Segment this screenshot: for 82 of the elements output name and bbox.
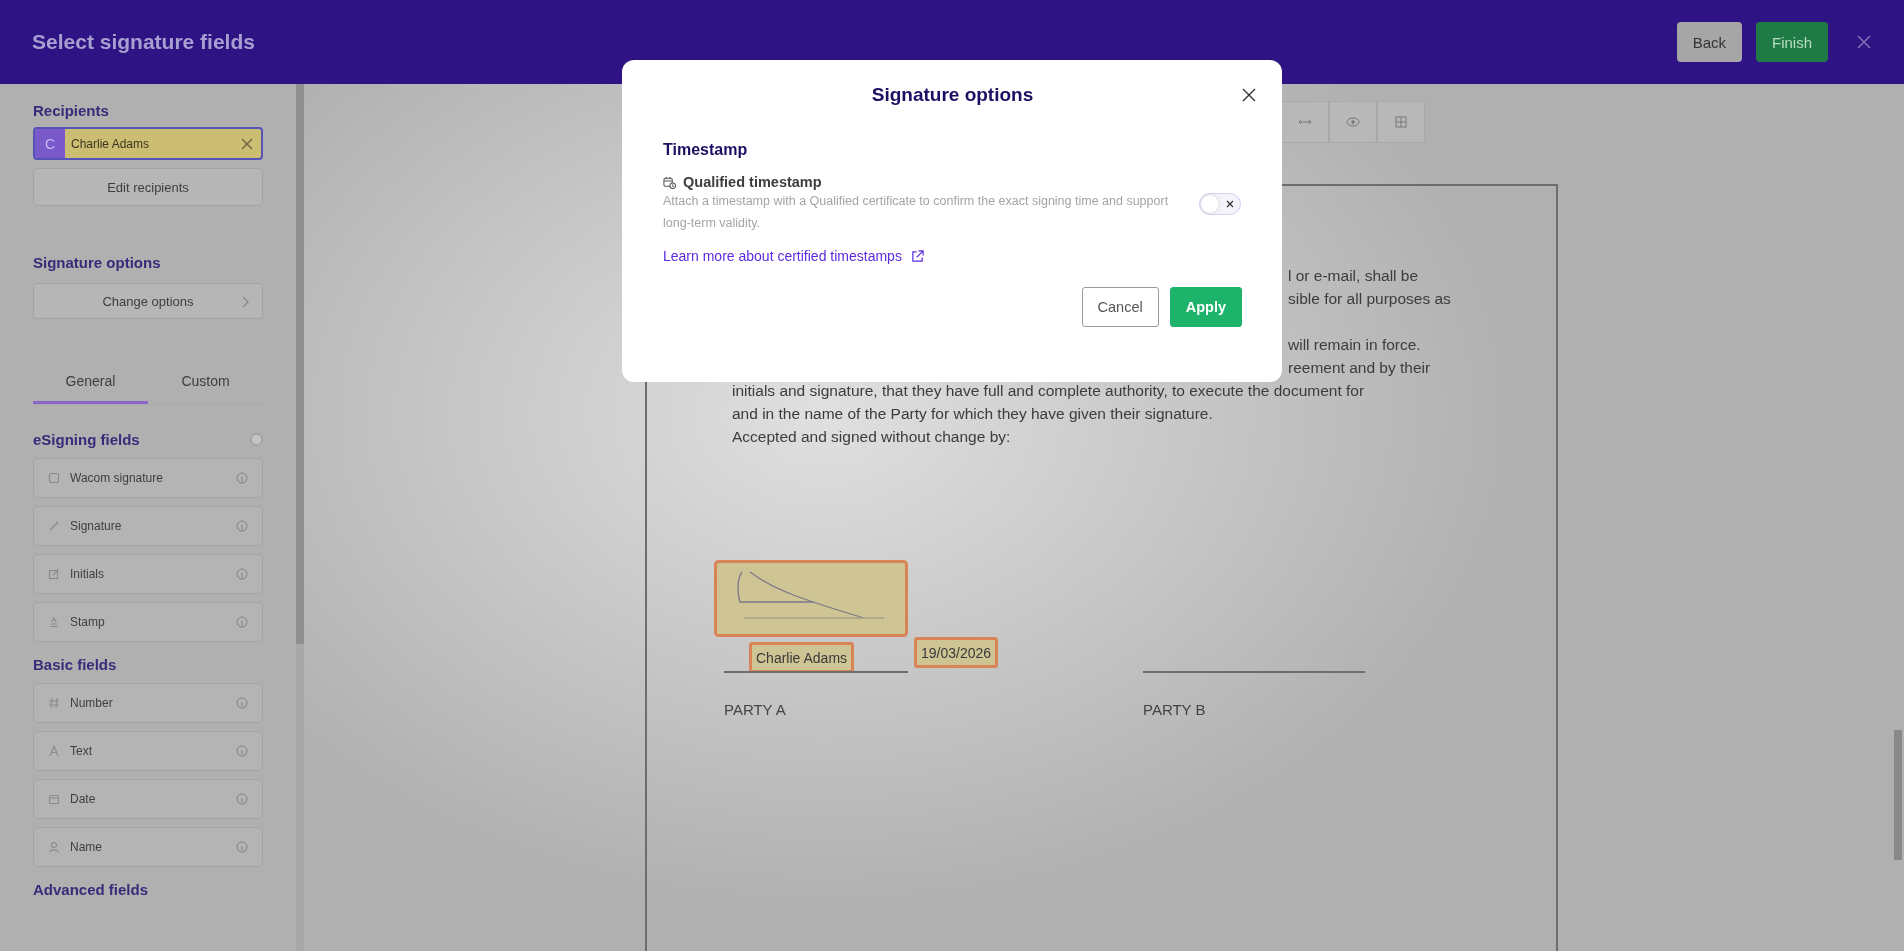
info-icon[interactable]	[236, 568, 248, 580]
tab[interactable]: Custom	[148, 361, 263, 404]
calendar-clock-icon	[663, 175, 676, 189]
field-item[interactable]: Date	[33, 779, 263, 819]
arrows-icon	[1298, 118, 1312, 126]
pen-icon	[48, 520, 60, 532]
scrollbar[interactable]	[1894, 730, 1902, 860]
eye-icon	[1346, 117, 1360, 127]
group-heading: Basic fields	[33, 656, 117, 673]
group-heading: Advanced fields	[33, 881, 149, 898]
document-text: initials and signature, that they have full and complete authority, to execute the document for	[732, 382, 1365, 399]
signature-field[interactable]	[714, 560, 908, 637]
change-options-button[interactable]: Change options	[33, 283, 263, 319]
field-label: Signature	[70, 519, 123, 533]
x-icon	[1226, 200, 1234, 208]
field-item[interactable]: Wacom signature	[33, 458, 263, 498]
recipient-chip[interactable]: C Charlie Adams	[33, 127, 263, 160]
option-label: Qualified timestamp	[683, 174, 822, 190]
field-item[interactable]: Text	[33, 731, 263, 771]
document-text: Accepted and signed without change by:	[732, 428, 1011, 445]
info-icon[interactable]	[236, 472, 248, 484]
info-icon[interactable]	[236, 616, 248, 628]
text-icon	[48, 745, 60, 757]
number-icon	[48, 697, 60, 709]
section-heading: Signature options	[33, 254, 162, 271]
info-icon[interactable]	[236, 793, 248, 805]
chevron-icon	[242, 296, 250, 308]
recipient-avatar: C	[35, 129, 65, 158]
toolbar-button[interactable]	[1377, 101, 1425, 143]
field-label: Number	[70, 696, 114, 710]
remove-icon[interactable]	[241, 137, 253, 150]
date-field[interactable]: 19/03/2026	[914, 637, 999, 668]
group-heading: eSigning fields	[33, 431, 140, 448]
cancel-button[interactable]: Cancel	[1081, 287, 1159, 327]
info-icon[interactable]	[236, 841, 248, 853]
field-label: Stamp	[70, 615, 106, 629]
document-text: reement and by their	[1288, 359, 1431, 376]
back-button[interactable]: Back	[1676, 22, 1742, 62]
scrollbar[interactable]	[296, 84, 304, 644]
dialog-title: Signature options	[871, 84, 1034, 106]
field-label: Text	[70, 744, 93, 758]
document-text: l or e-mail, shall be	[1288, 267, 1419, 284]
field-item[interactable]: Name	[33, 827, 263, 867]
document-text: and in the name of the Party for which they have given their signature.	[732, 405, 1213, 422]
field-item[interactable]: Initials	[33, 554, 263, 594]
field-label: Wacom signature	[70, 471, 164, 485]
tab[interactable]: General	[33, 361, 148, 404]
initials-icon	[48, 568, 60, 580]
field-item[interactable]: Signature	[33, 506, 263, 546]
party-label: PARTY B	[1143, 701, 1206, 718]
document-text: sible for all purposes as	[1288, 290, 1451, 307]
option-description: Attach a timestamp with a Qualified certificate to confirm the exact signing time and support long-term validity.	[663, 193, 1170, 232]
apply-button[interactable]: Apply	[1169, 287, 1242, 327]
document-text: will remain in force.	[1288, 336, 1421, 353]
recipient-name: Charlie Adams	[70, 136, 151, 151]
finish-button[interactable]: Finish	[1756, 22, 1828, 62]
info-icon[interactable]	[236, 745, 248, 757]
edit-recipients-button[interactable]: Edit recipients	[33, 168, 263, 206]
date-icon	[48, 793, 60, 805]
field-item[interactable]: Stamp	[33, 602, 263, 642]
learn-more-link[interactable]: Learn more about certified timestamps	[663, 248, 902, 264]
toolbar-button[interactable]	[1329, 101, 1377, 143]
field-label: Initials	[70, 567, 105, 581]
field-label: Name	[70, 840, 103, 854]
wacom-icon	[48, 472, 60, 484]
external-link-icon[interactable]	[910, 249, 924, 263]
field-item[interactable]: Number	[33, 683, 263, 723]
close-icon[interactable]	[1242, 88, 1256, 102]
info-icon[interactable]	[236, 520, 248, 532]
name-icon	[48, 841, 60, 853]
section-heading: Recipients	[33, 102, 110, 119]
grid-icon	[1395, 116, 1407, 128]
name-field[interactable]: Charlie Adams	[749, 642, 855, 673]
field-label: Date	[70, 792, 97, 806]
party-label: PARTY A	[724, 701, 786, 718]
page-title: Select signature fields	[32, 30, 256, 54]
section-heading: Timestamp	[663, 141, 749, 159]
info-icon[interactable]	[236, 697, 248, 709]
info-icon[interactable]	[250, 433, 263, 446]
stamp-icon	[48, 616, 60, 628]
toggle-switch[interactable]	[1199, 193, 1241, 215]
toolbar-button[interactable]	[1281, 101, 1329, 143]
